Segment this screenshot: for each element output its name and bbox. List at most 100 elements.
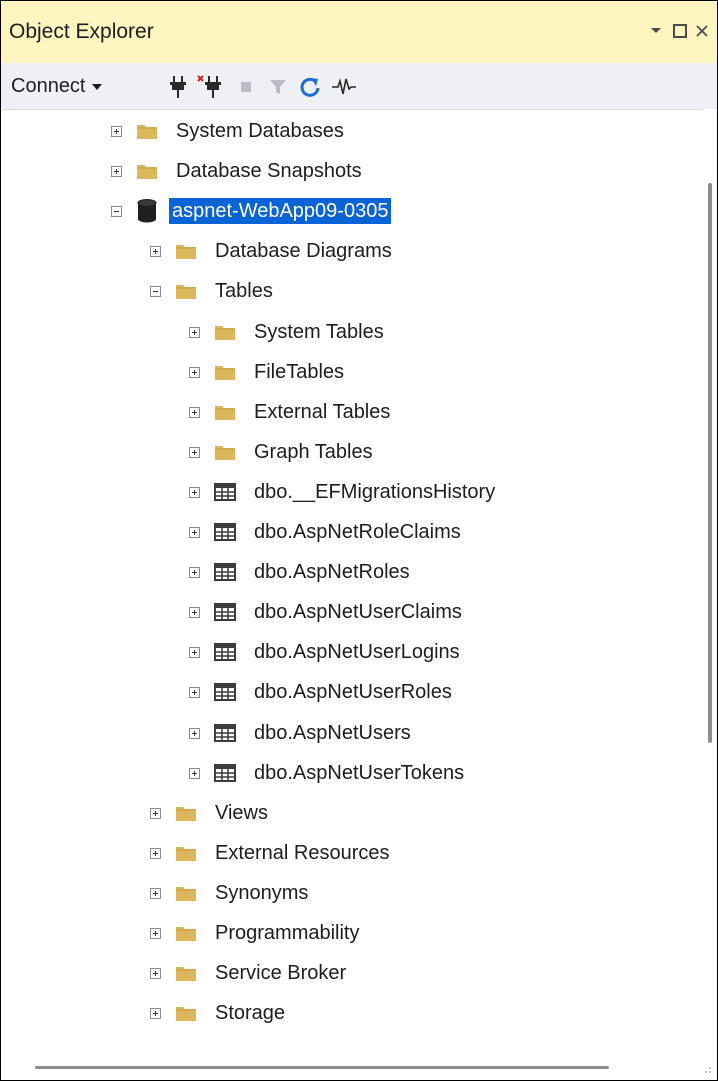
expand-icon[interactable] bbox=[150, 887, 161, 899]
plug-icon bbox=[170, 76, 186, 98]
tree-node[interactable]: System Databases bbox=[111, 113, 347, 149]
disconnect-button[interactable] bbox=[197, 74, 223, 100]
tree-node[interactable]: dbo.AspNetRoleClaims bbox=[189, 514, 464, 550]
title-bar: Object Explorer bbox=[1, 1, 717, 63]
folder-icon bbox=[213, 322, 237, 342]
close-icon bbox=[696, 25, 708, 37]
tree-node[interactable]: FileTables bbox=[189, 354, 347, 390]
tree-node[interactable]: aspnet-WebApp09-0305 bbox=[111, 193, 392, 229]
tree-node-label[interactable]: Tables bbox=[212, 278, 276, 304]
chevron-down-icon bbox=[651, 28, 661, 33]
horizontal-scrollbar-thumb[interactable] bbox=[35, 1066, 609, 1069]
tree-node-label[interactable]: dbo.AspNetUserTokens bbox=[251, 760, 467, 786]
tree-node[interactable]: Storage bbox=[150, 995, 288, 1029]
refresh-button[interactable] bbox=[297, 74, 323, 100]
connect-label: Connect bbox=[11, 74, 86, 97]
tree-node[interactable]: Database Snapshots bbox=[111, 153, 365, 189]
tree-node-label[interactable]: aspnet-WebApp09-0305 bbox=[169, 198, 392, 224]
folder-icon bbox=[213, 362, 237, 382]
tree-node-label[interactable]: Programmability bbox=[212, 920, 362, 946]
expand-icon[interactable] bbox=[189, 727, 200, 739]
maximize-icon bbox=[673, 24, 687, 38]
tree-node-label[interactable]: System Tables bbox=[251, 319, 387, 345]
tree-node[interactable]: Database Diagrams bbox=[150, 233, 395, 269]
table-icon bbox=[213, 522, 237, 542]
tree-node[interactable]: Graph Tables bbox=[189, 434, 376, 470]
tree-node[interactable]: External Resources bbox=[150, 835, 393, 871]
tree-node-label[interactable]: Database Diagrams bbox=[212, 238, 395, 264]
refresh-icon bbox=[300, 77, 320, 97]
tree-node[interactable]: Service Broker bbox=[150, 955, 349, 991]
expand-icon[interactable] bbox=[189, 606, 200, 618]
tree-node[interactable]: dbo.AspNetRoles bbox=[189, 554, 413, 590]
tree-node-label[interactable]: FileTables bbox=[251, 359, 347, 385]
tree-node-label[interactable]: dbo.AspNetUserLogins bbox=[251, 639, 463, 665]
tree-node-label[interactable]: Synonyms bbox=[212, 880, 311, 906]
folder-icon bbox=[174, 241, 198, 261]
object-explorer-tree[interactable]: System Databases Database Snapshots aspnet… bbox=[1, 109, 703, 1029]
vertical-scrollbar-thumb[interactable] bbox=[708, 183, 712, 743]
expand-icon[interactable] bbox=[189, 646, 200, 658]
collapse-icon[interactable] bbox=[111, 205, 122, 217]
expand-icon[interactable] bbox=[150, 967, 161, 979]
tree-node-label[interactable]: Service Broker bbox=[212, 960, 349, 986]
tree-node-label[interactable]: Storage bbox=[212, 1000, 288, 1026]
expand-icon[interactable] bbox=[189, 446, 200, 458]
collapse-icon[interactable] bbox=[150, 285, 161, 297]
filter-icon bbox=[270, 80, 286, 94]
tree-node[interactable]: dbo.AspNetUserTokens bbox=[189, 755, 467, 791]
connect-button[interactable]: Connect bbox=[11, 73, 102, 99]
tree-node[interactable]: dbo.AspNetUserLogins bbox=[189, 634, 463, 670]
tree-node[interactable]: Views bbox=[150, 795, 271, 831]
expand-icon[interactable] bbox=[189, 406, 200, 418]
tree-node-label[interactable]: External Tables bbox=[251, 399, 393, 425]
tree-node-label[interactable]: Graph Tables bbox=[251, 439, 376, 465]
tree-node[interactable]: dbo.__EFMigrationsHistory bbox=[189, 474, 498, 510]
expand-icon[interactable] bbox=[111, 165, 122, 177]
tree-node-label[interactable]: dbo.AspNetUserRoles bbox=[251, 679, 455, 705]
expand-icon[interactable] bbox=[111, 125, 122, 137]
tree-node-label[interactable]: dbo.AspNetUserClaims bbox=[251, 599, 465, 625]
table-icon bbox=[213, 682, 237, 702]
tree-node[interactable]: External Tables bbox=[189, 394, 393, 430]
table-icon bbox=[213, 562, 237, 582]
expand-icon[interactable] bbox=[189, 767, 200, 779]
expand-icon[interactable] bbox=[150, 807, 161, 819]
window-position-dropdown-button[interactable] bbox=[643, 17, 669, 45]
tree-node[interactable]: Synonyms bbox=[150, 875, 311, 911]
tree-node-label[interactable]: dbo.AspNetRoles bbox=[251, 559, 413, 585]
tree-node[interactable]: dbo.AspNetUserRoles bbox=[189, 674, 455, 710]
tree-node[interactable]: Programmability bbox=[150, 915, 362, 951]
tree-node[interactable]: dbo.AspNetUserClaims bbox=[189, 594, 465, 630]
folder-icon bbox=[174, 803, 198, 823]
tree-node-label[interactable]: Database Snapshots bbox=[173, 158, 365, 184]
expand-icon[interactable] bbox=[189, 486, 200, 498]
table-icon bbox=[213, 723, 237, 743]
expand-icon[interactable] bbox=[189, 526, 200, 538]
vertical-scrollbar[interactable] bbox=[703, 109, 717, 1029]
expand-icon[interactable] bbox=[150, 245, 161, 257]
tree-node-label[interactable]: dbo.AspNetRoleClaims bbox=[251, 519, 464, 545]
window-title: Object Explorer bbox=[9, 20, 154, 43]
close-button[interactable] bbox=[689, 17, 715, 45]
tree-node[interactable]: dbo.AspNetUsers bbox=[189, 715, 414, 751]
tree-node-label[interactable]: External Resources bbox=[212, 840, 393, 866]
tree-node[interactable]: Tables bbox=[150, 273, 276, 309]
expand-icon[interactable] bbox=[189, 686, 200, 698]
expand-icon[interactable] bbox=[189, 326, 200, 338]
tree-node[interactable]: System Tables bbox=[189, 314, 387, 350]
tree-node-label[interactable]: dbo.AspNetUsers bbox=[251, 720, 414, 746]
tree-node-label[interactable]: Views bbox=[212, 800, 271, 826]
expand-icon[interactable] bbox=[150, 1007, 161, 1019]
expand-icon[interactable] bbox=[150, 847, 161, 859]
tree-node-label[interactable]: System Databases bbox=[173, 118, 347, 144]
horizontal-scrollbar[interactable] bbox=[1, 1029, 717, 1080]
expand-icon[interactable] bbox=[189, 566, 200, 578]
tree-node-label[interactable]: dbo.__EFMigrationsHistory bbox=[251, 479, 498, 505]
expand-icon[interactable] bbox=[150, 927, 161, 939]
activity-monitor-button[interactable] bbox=[331, 74, 357, 100]
folder-icon bbox=[135, 161, 159, 181]
expand-icon[interactable] bbox=[189, 366, 200, 378]
connect-object-explorer-button[interactable] bbox=[165, 74, 191, 100]
resize-grip-icon[interactable] bbox=[697, 1059, 713, 1075]
